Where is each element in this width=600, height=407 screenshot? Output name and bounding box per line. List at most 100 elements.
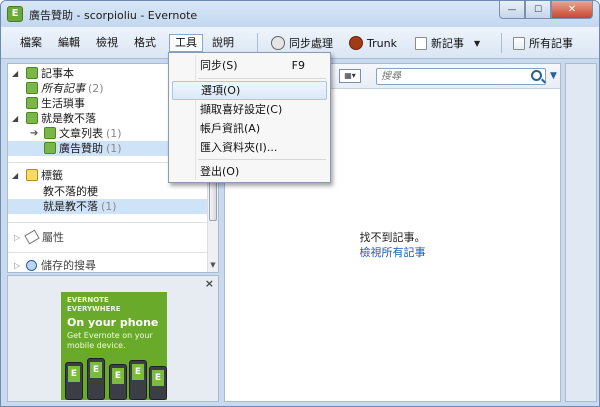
new-note-icon — [415, 36, 427, 50]
notebook-label: 文章列表 — [59, 127, 103, 140]
menu-item-options[interactable]: 選項(O) — [172, 81, 327, 100]
notebook-count: (1) — [106, 142, 122, 155]
phone-logo: E — [132, 364, 144, 380]
close-icon[interactable]: ✕ — [551, 1, 593, 19]
menu-item-import-folders[interactable]: 匯入資料夾(I)... — [172, 138, 327, 157]
menu-item-capture-preferences[interactable]: 擷取喜好設定(C) — [172, 100, 327, 119]
saved-search-icon — [26, 260, 37, 271]
menu-item-account-info[interactable]: 帳戶資訊(A) — [172, 119, 327, 138]
view-options-icon[interactable]: ▦▾ — [339, 69, 361, 83]
menu-separator — [198, 78, 326, 79]
ad-banner[interactable]: EVERNOTE EVERYWHERE On your phone Get Ev… — [61, 292, 167, 400]
expand-icon[interactable]: ▷ — [14, 230, 20, 245]
arrow-right-icon: ➔ — [30, 128, 39, 139]
tools-menu: 同步(S) F9 選項(O) 擷取喜好設定(C) 帳戶資訊(A) 匯入資料夾(I… — [168, 52, 331, 183]
ad-subtext: Get Evernote on your mobile device. — [67, 331, 153, 351]
trunk-label: Trunk — [367, 36, 397, 50]
section-divider — [8, 252, 208, 253]
phone-logo: E — [152, 370, 164, 386]
phone-image: E — [129, 360, 147, 400]
section-divider — [8, 222, 208, 223]
ad-headline: On your phone — [67, 316, 159, 329]
sidebar-item-tag-selected[interactable]: 就是教不落 (1) — [8, 199, 208, 214]
menu-file[interactable]: 檔案 — [15, 34, 47, 52]
all-notes-count: (2) — [88, 82, 104, 95]
evernote-icon: E — [7, 6, 23, 22]
notebook-icon — [44, 127, 56, 139]
tag-icon — [26, 169, 38, 181]
chevron-down-icon[interactable]: ▼ — [474, 39, 480, 48]
expand-icon[interactable]: ▷ — [14, 258, 20, 273]
note-view-panel — [565, 63, 597, 402]
toolbar-divider — [257, 33, 258, 53]
menu-help[interactable]: 說明 — [207, 34, 239, 52]
notebook-label: 就是教不落 — [41, 112, 96, 125]
window-title: 廣告贊助 - scorpioliu - Evernote — [29, 9, 198, 22]
phone-logo: E — [68, 366, 80, 382]
notebook-icon — [26, 97, 38, 109]
menu-format[interactable]: 格式 — [129, 34, 161, 52]
sidebar-item-tag[interactable]: 教不落的梗 — [8, 184, 208, 199]
tag-count: (1) — [101, 200, 117, 213]
notebook-stack-icon — [26, 112, 38, 124]
saved-searches-label: 儲存的搜尋 — [41, 259, 96, 272]
phone-image: E — [87, 358, 105, 400]
sync-button[interactable]: 同步處理 — [271, 34, 333, 52]
menu-item-sign-out[interactable]: 登出(O) — [172, 162, 327, 181]
menu-separator — [198, 159, 326, 160]
toolbar-divider — [501, 33, 502, 53]
phone-logo: E — [112, 368, 124, 384]
menu-view[interactable]: 檢視 — [91, 34, 123, 52]
menu-tools[interactable]: 工具 — [169, 34, 203, 52]
phone-image: E — [65, 362, 83, 400]
phone-logo: E — [90, 362, 102, 378]
trunk-icon — [349, 36, 363, 50]
search-icon[interactable] — [531, 70, 542, 81]
trunk-button[interactable]: Trunk — [349, 34, 397, 52]
chevron-down-icon[interactable]: ▼ — [550, 71, 557, 81]
attributes-header[interactable]: ▷ 屬性 — [8, 229, 208, 245]
app-window: E 廣告贊助 - scorpioliu - Evernote — ☐ ✕ 檔案 … — [0, 0, 600, 407]
all-notes-button[interactable]: 所有記事 — [513, 34, 573, 52]
close-ad-icon[interactable]: × — [205, 277, 214, 290]
maximize-icon[interactable]: ☐ — [525, 1, 551, 19]
notebooks-header-label: 記事本 — [41, 67, 74, 80]
ad-subtext-line2: mobile device. — [67, 341, 126, 350]
tags-header-label: 標籤 — [41, 169, 63, 182]
scroll-down-icon[interactable]: ▼ — [208, 261, 218, 271]
menu-item-label: 匯入資料夾(I)... — [200, 141, 278, 154]
menu-item-label: 登出(O) — [200, 165, 240, 178]
notebook-count: (1) — [106, 127, 122, 140]
collapse-icon[interactable]: ◢ — [12, 111, 18, 126]
ad-panel: × EVERNOTE EVERYWHERE On your phone Get … — [7, 275, 219, 402]
view-all-notes-link[interactable]: 檢視所有記事 — [225, 244, 560, 260]
all-notes-label: 所有記事 — [41, 82, 85, 95]
notebook-label: 廣告贊助 — [59, 142, 103, 155]
notebook-label: 生活瑣事 — [41, 97, 85, 110]
empty-message: 找不到記事。 — [359, 231, 426, 244]
menu-item-label: 帳戶資訊(A) — [200, 122, 261, 135]
tag-label: 教不落的梗 — [43, 185, 98, 198]
window-controls: — ☐ ✕ — [499, 1, 593, 19]
collapse-icon[interactable]: ◢ — [12, 66, 18, 81]
ad-subtext-line1: Get Evernote on your — [67, 331, 153, 340]
collapse-icon[interactable]: ◢ — [12, 168, 18, 183]
menu-item-shortcut: F9 — [291, 59, 305, 72]
ad-brand-line2: EVERYWHERE — [67, 305, 121, 313]
new-note-button[interactable]: 新記事 ▼ — [415, 34, 480, 52]
search-box — [376, 68, 546, 85]
saved-searches-header[interactable]: ▷ 儲存的搜尋 — [8, 258, 208, 273]
new-note-label: 新記事 — [431, 37, 464, 50]
attributes-header-label: 屬性 — [42, 231, 64, 244]
all-notes-label: 所有記事 — [529, 37, 573, 50]
ad-brand-line1: EVERNOTE — [67, 296, 109, 304]
menu-item-label: 同步(S) — [200, 59, 238, 72]
attributes-icon — [24, 229, 40, 245]
sync-icon — [271, 36, 285, 50]
menu-item-label: 選項(O) — [201, 84, 241, 97]
menu-edit[interactable]: 編輯 — [53, 34, 85, 52]
menu-item-sync[interactable]: 同步(S) F9 — [172, 56, 327, 75]
all-notes-icon — [513, 36, 525, 50]
search-input[interactable] — [377, 69, 527, 84]
minimize-icon[interactable]: — — [499, 1, 525, 19]
